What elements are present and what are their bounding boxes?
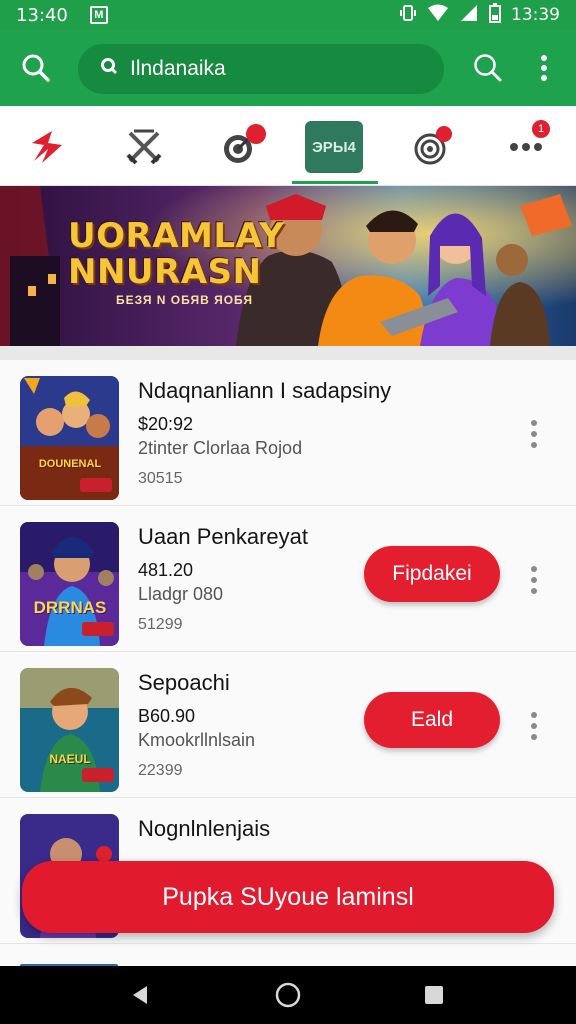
item-more-button[interactable] [520,416,548,452]
nav-home-button[interactable] [268,975,308,1015]
search-icon [22,54,50,82]
search-value: Ilndanaika [130,57,226,80]
active-tab-indicator [292,181,378,184]
search-button[interactable] [10,42,62,94]
search-icon [474,54,502,82]
promo-banner[interactable]: UORAMLAY NNURASN БЕЗЯ N ОБЯВ ЯОБЯ [0,186,576,346]
list-item[interactable]: DOUNENAL Ndaqnanliann I sadapsiny $20:92… [0,360,576,506]
banner-title-line1: UORAMLAY [68,216,285,256]
recents-square-icon [425,986,443,1004]
thumb-caption: DRRNAS [33,598,107,617]
tab-goals[interactable] [390,116,470,178]
tab-targets[interactable] [200,116,280,178]
overflow-menu-button[interactable] [518,42,570,94]
vibrate-icon [399,4,417,27]
item-count: 22399 [138,762,183,779]
wifi-icon [427,4,449,27]
tab-featured-label: ЭРЫ4 [305,121,363,173]
item-title: Uaan Penkareyat [138,524,308,549]
more-vertical-icon [541,55,547,81]
primary-action-button[interactable]: Pupka SUyoue laminsl [22,861,554,933]
tab-battle[interactable] [104,116,184,178]
list-item[interactable]: NAEUL Sepoachi B60.90 Kmookrllnlsain 223… [0,652,576,798]
item-meta: 2tinter Clorlaa Rojod [138,438,303,458]
item-meta: Kmookrllnlsain [138,730,256,750]
nav-back-button[interactable] [120,975,160,1015]
thumb-caption: DOUNENAL [38,458,102,470]
battery-icon [489,2,501,28]
tab-more[interactable]: 1 [486,116,566,178]
item-title: Nognlnlenjais [138,816,271,841]
more-horizontal-icon [510,143,542,151]
banner-title: UORAMLAY NNURASN [68,218,284,290]
game-thumbnail: DOUNENAL [20,376,119,500]
lightning-star-icon [32,131,62,163]
section-divider [0,346,576,360]
game-thumbnail: DRRNAS [20,522,119,646]
banner-title-line2: NNURASN [68,252,262,292]
notification-dot [436,126,452,142]
item-count: 51299 [138,616,183,633]
app-bar: Ilndanaika [0,30,576,106]
item-action-button[interactable]: Eald [364,692,500,748]
notification-dot [246,124,266,144]
banner-subtitle: БЕЗЯ N ОБЯВ ЯОБЯ [116,293,254,307]
item-more-button[interactable] [520,562,548,598]
tab-featured[interactable]: ЭРЫ4 [294,116,374,178]
signal-icon [459,4,479,27]
search-secondary-button[interactable] [462,42,514,94]
status-time: 13:40 [16,4,68,26]
game-thumbnail: NAEUL [20,668,119,792]
search-field-icon [100,57,118,81]
item-price: $20:92 [138,414,194,434]
item-title: Ndaqnanliann I sadapsiny [138,378,392,403]
crossed-swords-icon [126,129,162,165]
home-circle-icon [275,982,301,1008]
list-item[interactable]: DRRNAS Uaan Penkareyat 481.20 Lladgr 080… [0,506,576,652]
item-title: Sepoachi [138,670,230,695]
item-price: B60.90 [138,706,196,726]
search-input[interactable]: Ilndanaika [78,44,444,94]
nav-recents-button[interactable] [414,975,454,1015]
tab-trending[interactable] [8,116,88,178]
mail-icon: M [89,6,108,24]
item-price: 481.20 [138,560,194,580]
item-more-button[interactable] [520,708,548,744]
thumb-caption: NAEUL [49,752,91,766]
back-triangle-icon [133,986,147,1004]
status-bar: 13:40 M 13:39 [0,0,576,30]
status-time-secondary: 13:39 [511,5,560,25]
system-nav-bar [0,966,576,1024]
item-action-button[interactable]: Fipdakei [364,546,500,602]
item-meta: Lladgr 080 [138,584,224,604]
item-count: 30515 [138,470,183,487]
notification-badge: 1 [532,120,550,138]
category-tabs: ЭРЫ4 1 [0,106,576,186]
